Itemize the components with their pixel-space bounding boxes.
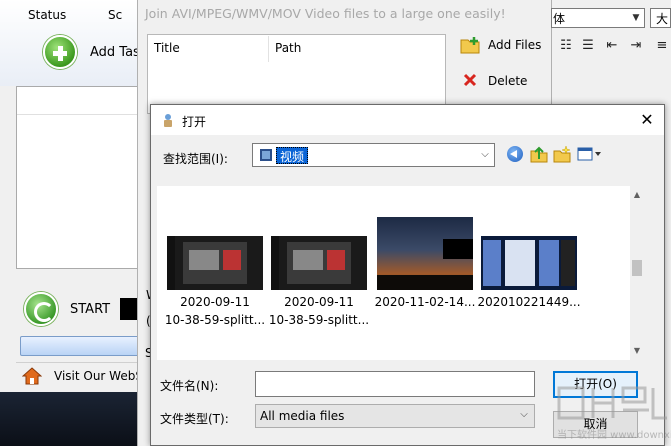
font-size-value: 大	[656, 12, 669, 26]
file-caption-line: 2020-09-11	[180, 295, 250, 309]
scroll-up-icon[interactable]: ▲	[630, 188, 644, 202]
add-task-button[interactable]: Add Tas	[90, 45, 140, 60]
file-caption[interactable]: 2020-11-02-14...	[370, 293, 480, 311]
task-list-header	[17, 87, 141, 115]
delete-button[interactable]: Delete	[488, 74, 527, 88]
video-folder-icon	[260, 149, 272, 161]
back-icon[interactable]	[507, 146, 523, 162]
column-separator[interactable]	[268, 36, 269, 62]
column-header-title[interactable]: Title	[154, 41, 180, 55]
up-folder-icon[interactable]	[530, 145, 548, 163]
delete-icon[interactable]	[462, 72, 478, 88]
decrease-indent-icon[interactable]: ⇤	[602, 36, 622, 56]
look-in-value: 视频	[276, 147, 309, 164]
filename-label: 文件名(N):	[160, 379, 219, 393]
dialog-titlebar[interactable]	[151, 105, 664, 135]
start-icon[interactable]	[24, 292, 58, 326]
scroll-down-icon[interactable]: ▼	[630, 344, 644, 358]
task-list[interactable]	[16, 86, 141, 269]
add-files-button[interactable]: Add Files	[488, 38, 541, 52]
file-caption-line: 2020-11-02-14...	[374, 295, 476, 309]
file-thumbnail[interactable]	[481, 236, 577, 290]
view-menu-icon[interactable]	[577, 146, 603, 162]
file-thumbnail[interactable]	[377, 217, 473, 290]
filename-input[interactable]	[255, 371, 535, 397]
filetype-value: All media files	[260, 409, 345, 423]
file-caption-line: 2020-09-11	[284, 295, 354, 309]
numbered-list-icon[interactable]: ☷	[556, 36, 576, 56]
file-caption[interactable]: 2020-09-11 10-38-59-splitt...	[160, 293, 270, 329]
file-caption-line: 10-38-59-splitt...	[268, 313, 370, 327]
dialog-title: 打开	[182, 115, 207, 129]
watermark-logo: 当下软件园 www.downxia.com	[557, 386, 671, 441]
file-thumbnail[interactable]	[271, 236, 367, 290]
scrollbar-thumb[interactable]	[632, 260, 642, 276]
chevron-down-icon[interactable]: ⌵	[516, 406, 532, 424]
close-icon[interactable]: ✕	[636, 110, 658, 130]
file-caption-line: 10-38-59-splitt...	[164, 313, 266, 327]
add-task-icon[interactable]	[43, 35, 77, 69]
add-folder-icon[interactable]	[460, 36, 482, 54]
column-header-path[interactable]: Path	[275, 41, 301, 55]
app-icon	[164, 114, 172, 127]
new-folder-icon[interactable]	[553, 145, 571, 163]
visit-website-link[interactable]: Visit Our WebS	[54, 369, 143, 383]
bullet-list-icon[interactable]: ☰	[578, 36, 598, 56]
align-icon[interactable]: ≡	[652, 36, 671, 56]
file-caption-line: 202010221449...	[477, 295, 581, 309]
chevron-down-icon[interactable]: ▼	[628, 9, 644, 27]
font-select-value: 体	[553, 12, 566, 26]
file-caption[interactable]: 2020-09-11 10-38-59-splitt...	[264, 293, 374, 329]
file-thumbnail[interactable]	[167, 236, 263, 290]
home-icon[interactable]	[22, 366, 42, 386]
chevron-down-icon[interactable]: ⌵	[478, 146, 492, 164]
window-title: Join AVI/MPEG/WMV/MOV Video files to a l…	[145, 6, 506, 21]
increase-indent-icon[interactable]: ⇥	[626, 36, 646, 56]
start-button[interactable]: START	[70, 302, 110, 317]
look-in-label: 查找范围(I):	[163, 152, 228, 166]
column-header-status[interactable]: Status	[28, 8, 66, 22]
progress-bar	[20, 336, 140, 356]
svg-text:当下软件园 www.downxia.com: 当下软件园 www.downxia.com	[557, 428, 671, 441]
file-caption[interactable]: 202010221449...	[474, 293, 584, 311]
column-header-source[interactable]: Sc	[108, 8, 122, 22]
filetype-label: 文件类型(T):	[160, 412, 229, 426]
desktop-background-bottom	[0, 392, 140, 446]
